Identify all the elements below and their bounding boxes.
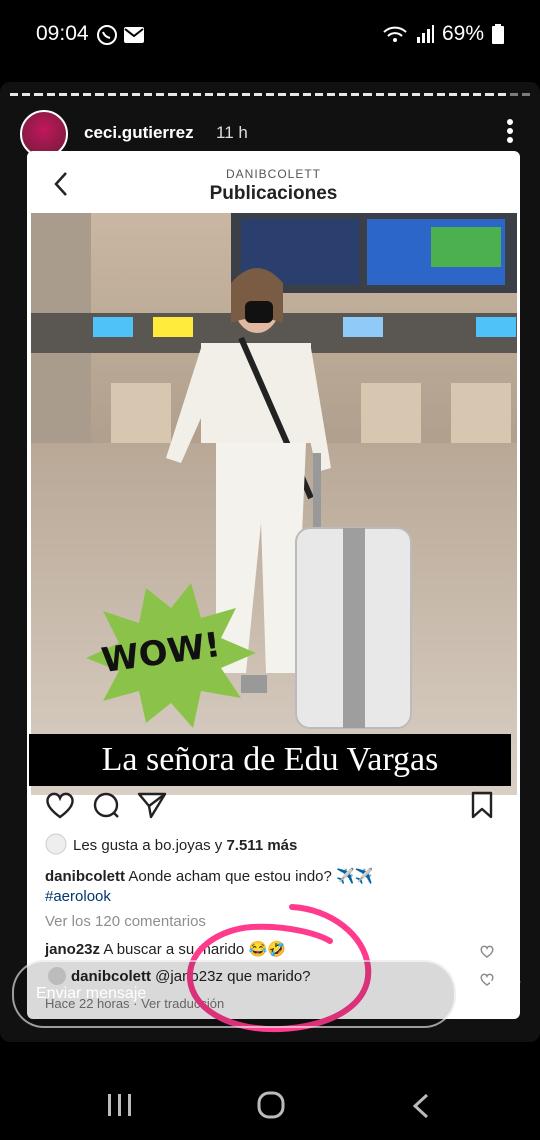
wifi-icon [383, 26, 407, 42]
comment-like-icon [480, 945, 494, 963]
heart-icon [45, 791, 75, 824]
share-icon [137, 791, 167, 824]
banner-caption: La señora de Edu Vargas [29, 734, 511, 786]
clock: 09:04 [36, 22, 89, 45]
home-icon[interactable] [256, 1090, 286, 1125]
liker-avatar [45, 833, 67, 860]
story-progress [10, 93, 531, 96]
post-card: DANIBCOLETT Publicaciones WOW! La señora… [27, 151, 520, 1019]
signal-icon [416, 25, 434, 43]
comment-icon [92, 791, 120, 824]
likes-text: Les gusta a bo.joyas y 7.511 más [73, 837, 298, 854]
status-right: 69% [382, 22, 504, 46]
status-bar: 09:04 69% [0, 0, 540, 70]
whatsapp-icon [96, 24, 118, 51]
story-username[interactable]: ceci.gutierrez [84, 123, 194, 143]
recent-apps-icon[interactable] [106, 1092, 134, 1123]
story-time: 11 h [216, 123, 248, 142]
battery-percent: 69% [441, 22, 484, 45]
liker-name: bo.joyas [154, 837, 211, 854]
post-account: DANIBCOLETT [225, 167, 321, 181]
navigation-bar [0, 1060, 540, 1140]
back-nav-icon[interactable] [410, 1092, 432, 1125]
send-icon[interactable] [488, 978, 522, 1017]
post-photo: WOW! [31, 213, 517, 795]
bookmark-icon [470, 791, 494, 824]
message-placeholder: Enviar mensaje [36, 985, 147, 1002]
battery-icon [492, 24, 504, 44]
caption-user: danibcolett [45, 868, 126, 885]
post-header-title: Publicaciones [209, 183, 338, 204]
mail-icon [124, 27, 144, 48]
likes-count: 7.511 más [226, 837, 298, 854]
caption-hashtag: #aerolook [45, 888, 111, 905]
more-options-icon[interactable] [506, 118, 514, 144]
